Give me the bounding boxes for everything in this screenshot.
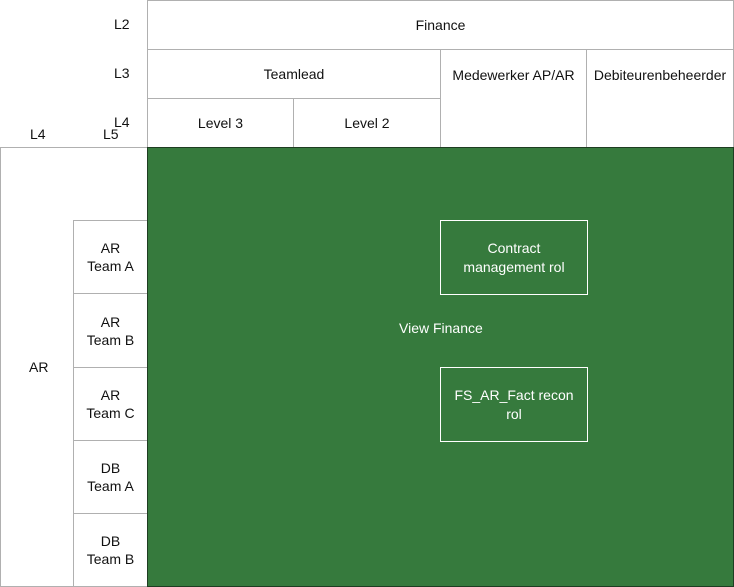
row-header-ar-label: AR — [29, 359, 49, 375]
role-label-line1: FS_AR_Fact recon — [454, 386, 574, 403]
level-label-l2: L2 — [114, 16, 130, 32]
column-header-level-3-label: Level 3 — [197, 115, 244, 131]
role-box-contract-management: Contract management rol — [440, 220, 588, 295]
row-label-line1: AR — [100, 387, 121, 403]
role-label-line2: rol — [506, 405, 522, 422]
column-header-level-2-label: Level 2 — [344, 115, 390, 131]
view-finance-area: View Finance Contract management rol FS_… — [147, 147, 734, 587]
column-header-finance: Finance — [147, 0, 734, 50]
row-header-db-team-b: DB Team B — [73, 513, 148, 587]
column-header-teamlead: Teamlead — [147, 49, 441, 99]
row-label-line1: AR — [100, 240, 121, 256]
row-label-line2: Team C — [86, 405, 135, 421]
column-header-teamlead-label: Teamlead — [263, 66, 325, 82]
column-header-level-2: Level 2 — [293, 98, 441, 148]
column-header-finance-label: Finance — [415, 17, 466, 33]
column-header-medewerker-label: Medewerker AP/AR — [452, 67, 575, 83]
column-header-debiteurenbeheerder: Debiteurenbeheerder — [586, 49, 734, 148]
view-finance-label: View Finance — [399, 320, 483, 336]
row-label-line2: Team B — [86, 331, 135, 348]
level-label-l4-row: L4 — [30, 126, 46, 142]
level-label-l3: L3 — [114, 65, 130, 81]
role-box-fs-ar-fact-recon: FS_AR_Fact recon rol — [440, 367, 588, 442]
row-label-line2: Team A — [87, 478, 134, 494]
role-label-line2: management rol — [463, 258, 565, 275]
row-label-line2: Team B — [86, 551, 135, 567]
row-header-ar-team-c: AR Team C — [73, 367, 148, 441]
role-label-line1: Contract — [487, 239, 541, 256]
column-header-medewerker: Medewerker AP/AR — [440, 49, 587, 148]
row-label-line1: DB — [100, 460, 121, 476]
column-header-level-3: Level 3 — [147, 98, 294, 148]
row-header-ar-team-a: AR Team A — [73, 220, 148, 294]
row-header-ar-team-b: AR Team B — [73, 293, 148, 368]
row-label-line2: Team A — [87, 258, 134, 274]
row-header-db-team-a: DB Team A — [73, 440, 148, 514]
level-label-l5-row: L5 — [103, 126, 119, 142]
row-label-line1: AR — [100, 313, 121, 330]
column-header-debiteurenbeheerder-label: Debiteurenbeheerder — [593, 67, 727, 83]
row-label-line1: DB — [100, 533, 121, 549]
